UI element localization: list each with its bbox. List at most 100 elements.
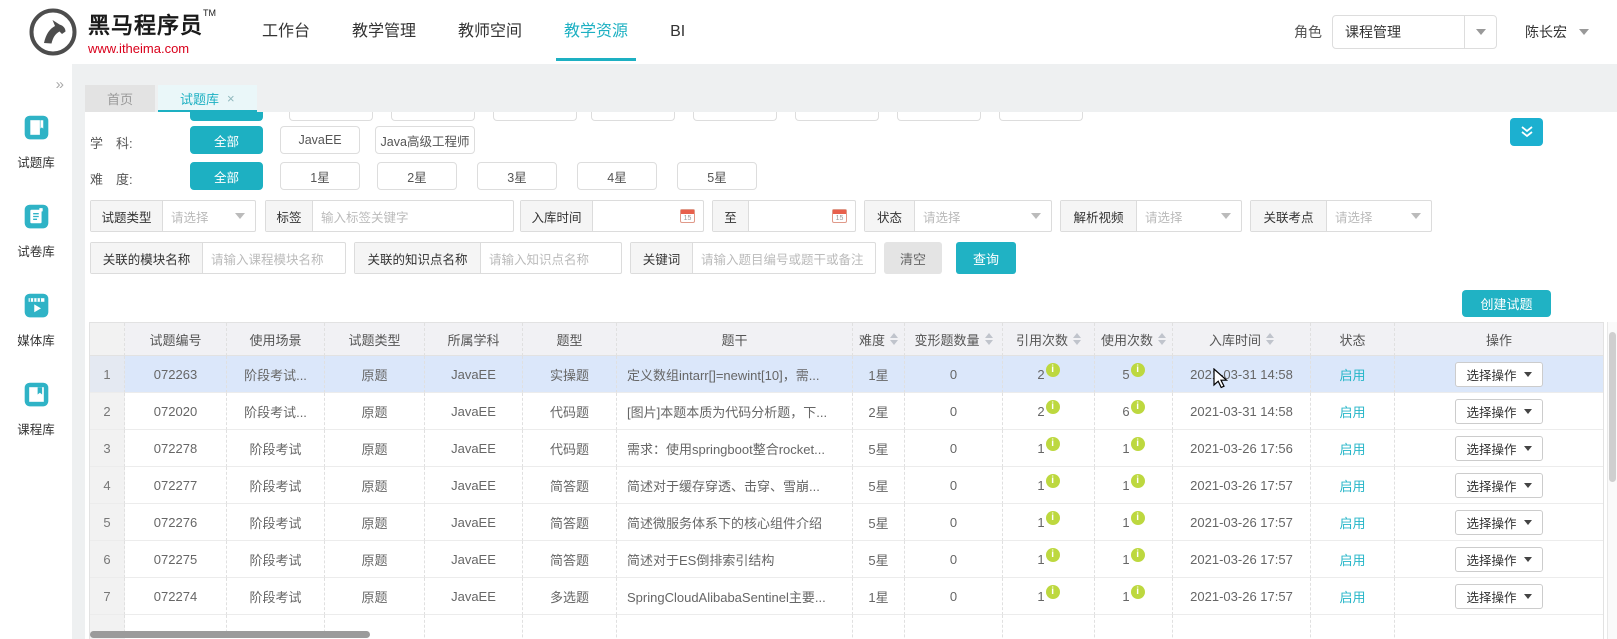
created-time: 2021-03-26 17:57 (1173, 541, 1311, 578)
column-header-label: 题型 (556, 332, 583, 348)
info-icon[interactable]: i (1130, 474, 1145, 488)
role-select[interactable]: 课程管理 (1332, 15, 1497, 49)
filter-input[interactable]: 请输入课程模块名称 (203, 243, 345, 273)
logo-tm: TM (203, 8, 217, 18)
filter-input[interactable]: 请输入知识点名称 (481, 243, 621, 273)
info-icon[interactable]: i (1130, 437, 1145, 451)
search-button[interactable]: 查询 (956, 242, 1016, 274)
question-id: 072263 (125, 356, 227, 393)
status-text[interactable]: 启用 (1339, 365, 1365, 384)
nav-item-教师空间[interactable]: 教师空间 (458, 0, 522, 64)
select-action-button[interactable]: 选择操作 (1455, 546, 1543, 572)
sidebar-item-试题库[interactable]: 试题库 (0, 114, 72, 171)
sort-icon[interactable] (1266, 333, 1274, 345)
filter-row1-group-试题类型: 试题类型 请选择 (90, 200, 256, 232)
difficulty-option-4星[interactable]: 4星 (577, 162, 657, 190)
sort-icon[interactable] (1073, 333, 1081, 345)
info-icon[interactable]: i (1045, 474, 1060, 488)
filter-row1-group-关联考点: 关联考点 请选择 (1250, 200, 1432, 232)
sort-icon[interactable] (1158, 333, 1166, 345)
info-icon[interactable]: i (1045, 585, 1060, 599)
select-action-button[interactable]: 选择操作 (1455, 361, 1543, 387)
difficulty-option-5星[interactable]: 5星 (677, 162, 757, 190)
difficulty-option-全部[interactable]: 全部 (190, 162, 263, 190)
sidebar-item-试卷库[interactable]: 试卷库 (0, 203, 72, 260)
filter-input[interactable]: 输入标签关键字 (313, 201, 513, 231)
difficulty-option-3星[interactable]: 3星 (477, 162, 557, 190)
column-header-label: 引用次数 (1015, 332, 1068, 348)
info-icon[interactable]: i (1130, 548, 1145, 562)
tab-试题库[interactable]: 试题库 × (158, 85, 257, 112)
filter-select[interactable]: 请选择 (163, 201, 255, 231)
select-action-button[interactable]: 选择操作 (1455, 583, 1543, 609)
difficulty-option-2星[interactable]: 2星 (377, 162, 457, 190)
nav-item-教学资源[interactable]: 教学资源 (556, 0, 637, 64)
info-icon[interactable]: i (1045, 511, 1060, 525)
question-id: 072274 (125, 578, 227, 615)
column-header-引用次数[interactable]: 引用次数 (1003, 323, 1095, 356)
select-action-button[interactable]: 选择操作 (1455, 435, 1543, 461)
create-question-button[interactable]: 创建试题 (1462, 290, 1551, 317)
sort-desc-icon (1158, 340, 1166, 345)
table-row: 2 072020 阶段考试... 原题 JavaEE 代码题 [图片]本题本质为代码分析题，… (90, 393, 1603, 430)
sort-icon[interactable] (890, 333, 898, 345)
column-header-使用次数[interactable]: 使用次数 (1095, 323, 1173, 356)
info-icon[interactable]: i (1130, 585, 1145, 599)
difficulty: 5星 (853, 504, 905, 541)
cutoff-filter-button (289, 112, 373, 121)
info-icon[interactable]: i (1045, 363, 1060, 377)
status-text[interactable]: 启用 (1339, 550, 1365, 569)
close-icon[interactable]: × (227, 91, 235, 106)
subject-option-Java高级工程师[interactable]: Java高级工程师 (375, 126, 475, 154)
select-action-button[interactable]: 选择操作 (1455, 472, 1543, 498)
sidebar-collapse-icon[interactable]: » (56, 76, 64, 93)
status-badge: 启用 (1311, 541, 1395, 578)
horizontal-scrollbar-thumb[interactable] (90, 631, 370, 638)
date-input[interactable] (749, 201, 855, 231)
sidebar-item-媒体库[interactable]: 媒体库 (0, 292, 72, 349)
sidebar-item-课程库[interactable]: 课程库 (0, 381, 72, 438)
subject: JavaEE (425, 356, 523, 393)
difficulty-option-1星[interactable]: 1星 (280, 162, 360, 190)
subject-option-全部[interactable]: 全部 (190, 126, 263, 154)
status-text[interactable]: 启用 (1339, 587, 1365, 606)
column-header-label: 题干 (721, 332, 748, 348)
filter-select[interactable]: 请选择 (1137, 201, 1241, 231)
column-header-难度[interactable]: 难度 (853, 323, 905, 356)
info-icon[interactable]: i (1045, 437, 1060, 451)
filter-input[interactable]: 请输入题目编号或题干或备注 (693, 243, 875, 273)
table-row: 4 072277 阶段考试 原题 JavaEE 简答题 简述对于缓存穿透、击穿、雪崩... 5… (90, 467, 1603, 504)
nav-item-教学管理[interactable]: 教学管理 (352, 0, 416, 64)
column-header-入库时间[interactable]: 入库时间 (1173, 323, 1311, 356)
info-icon[interactable]: i (1130, 400, 1145, 414)
info-icon[interactable]: i (1130, 363, 1145, 377)
clear-button[interactable]: 清空 (884, 242, 942, 274)
row-index: 3 (90, 430, 125, 467)
subject-option-JavaEE[interactable]: JavaEE (280, 126, 360, 154)
select-action-button[interactable]: 选择操作 (1455, 398, 1543, 424)
filter-select[interactable]: 请选择 (1327, 201, 1431, 231)
date-input[interactable] (593, 201, 703, 231)
question-stem: 定义数组intarr[]=newint[10]，需... (617, 356, 853, 393)
subject: JavaEE (425, 393, 523, 430)
vertical-scrollbar-thumb[interactable] (1609, 332, 1616, 482)
status-text[interactable]: 启用 (1339, 439, 1365, 458)
column-header-变形题数量[interactable]: 变形题数量 (905, 323, 1003, 356)
select-action-button[interactable]: 选择操作 (1455, 509, 1543, 535)
usage-scene: 阶段考试... (227, 393, 325, 430)
sort-icon[interactable] (984, 333, 993, 345)
double-chevron-down-icon (1520, 126, 1533, 138)
nav-item-BI[interactable]: BI (670, 0, 685, 64)
info-icon[interactable]: i (1045, 400, 1060, 414)
info-icon[interactable]: i (1045, 548, 1060, 562)
user-menu[interactable]: 陈长宏 (1525, 22, 1589, 42)
filter-select[interactable]: 请选择 (915, 201, 1051, 231)
expand-filters-button[interactable] (1510, 118, 1543, 146)
status-text[interactable]: 启用 (1339, 402, 1365, 421)
tab-首页[interactable]: 首页 (85, 85, 156, 112)
status-text[interactable]: 启用 (1339, 476, 1365, 495)
nav-item-工作台[interactable]: 工作台 (262, 0, 310, 64)
info-icon[interactable]: i (1130, 511, 1145, 525)
status-text[interactable]: 启用 (1339, 513, 1365, 532)
vertical-scrollbar[interactable] (1607, 322, 1617, 639)
